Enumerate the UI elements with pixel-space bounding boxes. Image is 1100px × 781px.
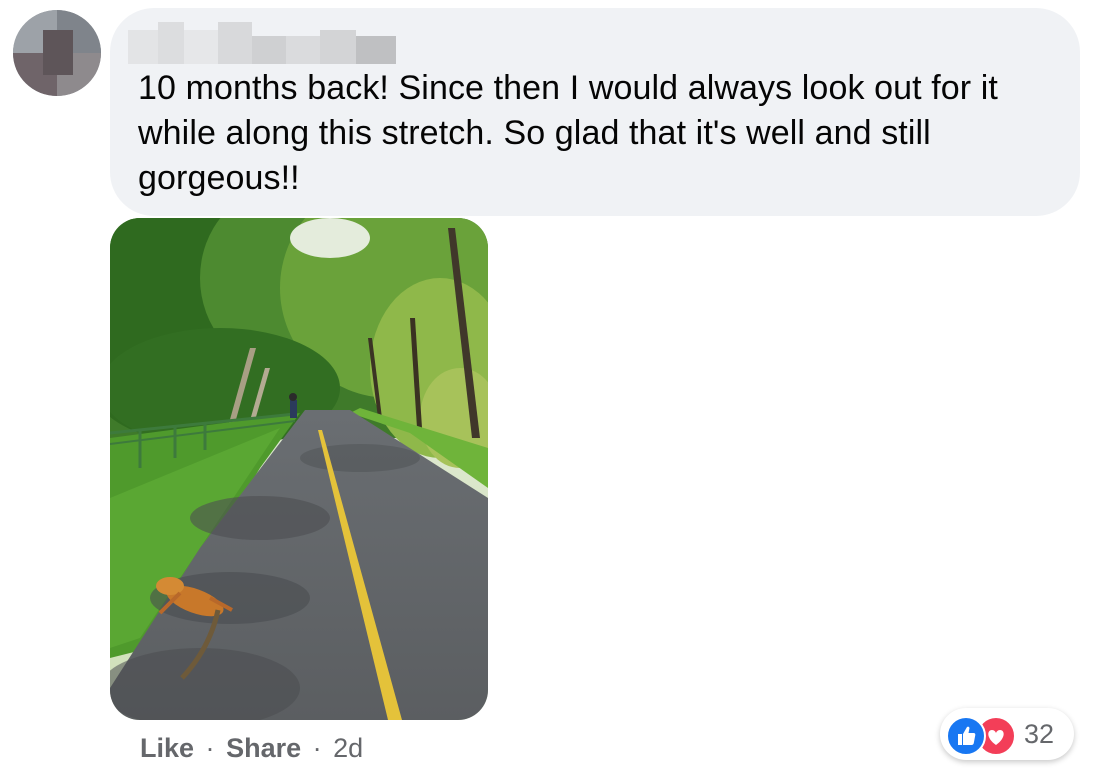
separator: · xyxy=(312,733,322,763)
timestamp[interactable]: 2d xyxy=(333,733,363,763)
reaction-count: 32 xyxy=(1024,719,1055,749)
comment-photo[interactable] xyxy=(110,218,488,720)
reactions-summary[interactable]: 32 xyxy=(940,708,1074,760)
share-button[interactable]: Share xyxy=(226,733,301,763)
like-button[interactable]: Like xyxy=(140,733,194,763)
comment-actions: Like · Share · 2d xyxy=(140,733,363,764)
author-name xyxy=(128,20,398,64)
separator: · xyxy=(205,733,215,763)
avatar-pixel xyxy=(43,30,73,75)
comment-text: 10 months back! Since then I would alway… xyxy=(138,69,998,197)
author-name-redacted[interactable] xyxy=(128,20,398,64)
like-icon xyxy=(946,716,986,756)
commenter-avatar[interactable] xyxy=(13,10,101,96)
iguana-on-path-photo xyxy=(110,218,488,720)
